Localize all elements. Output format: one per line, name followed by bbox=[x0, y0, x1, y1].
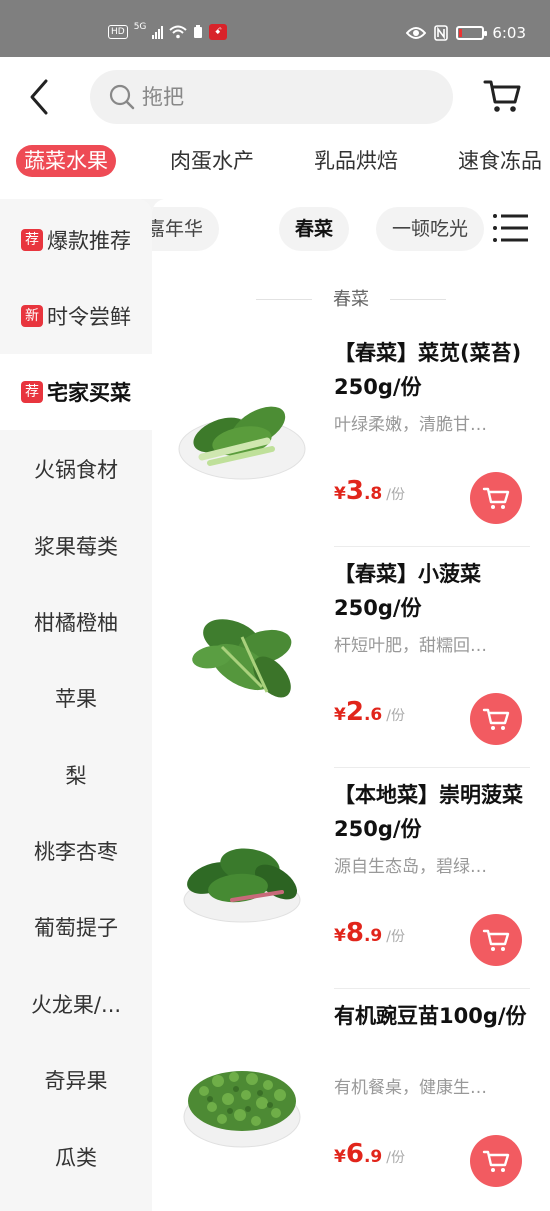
product-card[interactable]: 【春菜】小菠菜250g/份 杆短叶肥，甜糯回… ¥2.6/份 bbox=[152, 547, 550, 768]
search-bar[interactable] bbox=[90, 70, 453, 124]
product-price: ¥8.9/份 bbox=[334, 918, 405, 948]
nfc-icon bbox=[434, 25, 449, 41]
product-name: 【春菜】小菠菜250g/份 bbox=[334, 562, 481, 620]
price-integer: 6 bbox=[345, 1139, 364, 1169]
sidebar-item-kiwi[interactable]: 奇异果 bbox=[0, 1042, 152, 1118]
app-notification-icon: ꗃ bbox=[209, 24, 228, 40]
sidebar-item-berries[interactable]: 浆果莓类 bbox=[0, 508, 152, 584]
tab-meat-eggs-seafood[interactable]: 肉蛋水产 bbox=[170, 145, 254, 177]
cart-icon bbox=[482, 708, 510, 730]
product-price: ¥2.6/份 bbox=[334, 697, 405, 727]
clock: 6:03 bbox=[492, 24, 526, 42]
status-right: 6:03 bbox=[406, 24, 526, 42]
recommend-tag: 荐 bbox=[21, 229, 43, 251]
search-input[interactable] bbox=[142, 85, 422, 109]
cart-icon bbox=[482, 487, 510, 509]
hd-badge: HD bbox=[108, 25, 128, 39]
price-decimal: .9 bbox=[363, 1147, 383, 1167]
sidebar-item-seasonal[interactable]: 新时令尝鲜 bbox=[0, 278, 152, 354]
product-price: ¥3.8/份 bbox=[334, 476, 405, 506]
product-name: 【春菜】菜苋(菜苔) 250g/份 bbox=[334, 341, 522, 399]
product-name: 【本地菜】崇明菠菜250g/份 bbox=[334, 783, 523, 841]
product-content: 嘉年华 春菜 一顿吃光 春菜 【春菜】菜苋(菜苔) 250g/份 叶绿柔嫩，清脆… bbox=[152, 199, 550, 1211]
sim-icon bbox=[194, 25, 203, 38]
product-image-spinach bbox=[192, 619, 292, 698]
product-card[interactable]: 有机豌豆苗100g/份 有机餐桌，健康生… ¥6.9/份 bbox=[152, 989, 550, 1210]
price-unit: /份 bbox=[386, 487, 405, 503]
price-integer: 2 bbox=[345, 697, 364, 727]
sidebar-item-hot[interactable]: 荐爆款推荐 bbox=[0, 202, 152, 278]
tab-dairy-bakery[interactable]: 乳品烘焙 bbox=[314, 145, 398, 177]
category-sidebar: 荐爆款推荐 新时令尝鲜 荐宅家买菜 火锅食材 浆果莓类 柑橘橙柚 苹果 梨 桃李… bbox=[0, 199, 152, 1211]
product-description: 有机餐桌，健康生… bbox=[334, 1078, 487, 1098]
status-left: HD 5G ꗃ bbox=[108, 22, 228, 40]
price-currency: ¥ bbox=[334, 926, 346, 946]
add-to-cart-button[interactable] bbox=[470, 472, 522, 524]
chevron-left-icon bbox=[30, 79, 48, 115]
subcategory-chips: 嘉年华 春菜 一顿吃光 bbox=[152, 199, 550, 261]
sidebar-item-label: 宅家买菜 bbox=[47, 381, 131, 405]
section-title: 春菜 bbox=[152, 285, 550, 313]
cart-icon bbox=[482, 1150, 510, 1172]
add-to-cart-button[interactable] bbox=[470, 693, 522, 745]
product-card[interactable]: 【本地菜】崇明菠菜250g/份 源自生态岛，碧绿… ¥8.9/份 bbox=[152, 768, 550, 989]
price-decimal: .6 bbox=[363, 705, 383, 725]
signal-icon bbox=[152, 25, 164, 39]
network-label: 5G bbox=[133, 22, 147, 32]
top-category-tabs: 蔬菜水果 肉蛋水产 乳品烘焙 速食冻品 bbox=[0, 137, 550, 199]
product-price: ¥6.9/份 bbox=[334, 1139, 405, 1169]
sidebar-item-hotpot[interactable]: 火锅食材 bbox=[0, 431, 152, 507]
wifi-icon bbox=[169, 25, 188, 39]
add-to-cart-button[interactable] bbox=[470, 914, 522, 966]
product-image-bok-choy bbox=[178, 406, 306, 480]
product-description: 源自生态岛，碧绿… bbox=[334, 857, 487, 877]
price-unit: /份 bbox=[386, 1150, 405, 1166]
price-integer: 8 bbox=[345, 918, 364, 948]
tab-vegetables-fruits[interactable]: 蔬菜水果 bbox=[16, 145, 116, 177]
list-menu-icon bbox=[493, 214, 528, 242]
battery-icon bbox=[456, 26, 488, 40]
sidebar-item-dragon-fruit[interactable]: 火龙果/... bbox=[0, 966, 152, 1042]
cart-button[interactable] bbox=[482, 75, 524, 117]
cart-icon bbox=[482, 929, 510, 951]
price-unit: /份 bbox=[386, 929, 405, 945]
sidebar-item-label: 时令尝鲜 bbox=[47, 305, 131, 329]
add-to-cart-button[interactable] bbox=[470, 1135, 522, 1187]
sidebar-item-melons[interactable]: 瓜类 bbox=[0, 1119, 152, 1195]
sidebar-item-stone-fruit[interactable]: 桃李杏枣 bbox=[0, 813, 152, 889]
product-name: 有机豌豆苗100g/份 bbox=[334, 1004, 527, 1028]
price-currency: ¥ bbox=[334, 705, 346, 725]
price-decimal: .9 bbox=[363, 926, 383, 946]
product-description: 杆短叶肥，甜糯回… bbox=[334, 636, 487, 656]
sidebar-item-pear[interactable]: 梨 bbox=[0, 737, 152, 813]
product-image-spinach-bunch bbox=[183, 848, 301, 923]
product-card[interactable]: 【春菜】菜苋(菜苔) 250g/份 叶绿柔嫩，清脆甘… ¥3.8/份 bbox=[152, 326, 550, 547]
expand-menu-button[interactable] bbox=[492, 212, 528, 244]
price-unit: /份 bbox=[386, 708, 405, 724]
sidebar-item-citrus[interactable]: 柑橘橙柚 bbox=[0, 584, 152, 660]
tab-frozen-food[interactable]: 速食冻品 bbox=[458, 145, 542, 177]
chip-spring-vegetables[interactable]: 春菜 bbox=[279, 207, 350, 251]
sidebar-item-home-grocery[interactable]: 荐宅家买菜 bbox=[0, 354, 152, 430]
price-decimal: .8 bbox=[363, 484, 383, 504]
price-integer: 3 bbox=[345, 476, 364, 506]
sidebar-item-apple[interactable]: 苹果 bbox=[0, 660, 152, 736]
chip-carnival[interactable]: 嘉年华 bbox=[152, 207, 220, 251]
sidebar-item-grapes[interactable]: 葡萄提子 bbox=[0, 889, 152, 965]
price-currency: ¥ bbox=[334, 1147, 346, 1167]
price-currency: ¥ bbox=[334, 484, 346, 504]
recommend-tag: 荐 bbox=[21, 381, 43, 403]
search-icon bbox=[109, 84, 135, 110]
new-tag: 新 bbox=[21, 305, 43, 327]
chip-eat-all[interactable]: 一顿吃光 bbox=[376, 207, 485, 251]
header bbox=[0, 57, 550, 137]
eye-icon bbox=[406, 27, 427, 39]
sidebar-item-label: 爆款推荐 bbox=[47, 229, 131, 253]
product-description: 叶绿柔嫩，清脆甘… bbox=[334, 415, 487, 435]
shopping-cart-icon bbox=[483, 80, 521, 112]
product-image-pea-shoots bbox=[183, 1071, 301, 1148]
back-button[interactable] bbox=[22, 75, 58, 119]
status-bar: HD 5G ꗃ 6:03 bbox=[0, 0, 550, 57]
